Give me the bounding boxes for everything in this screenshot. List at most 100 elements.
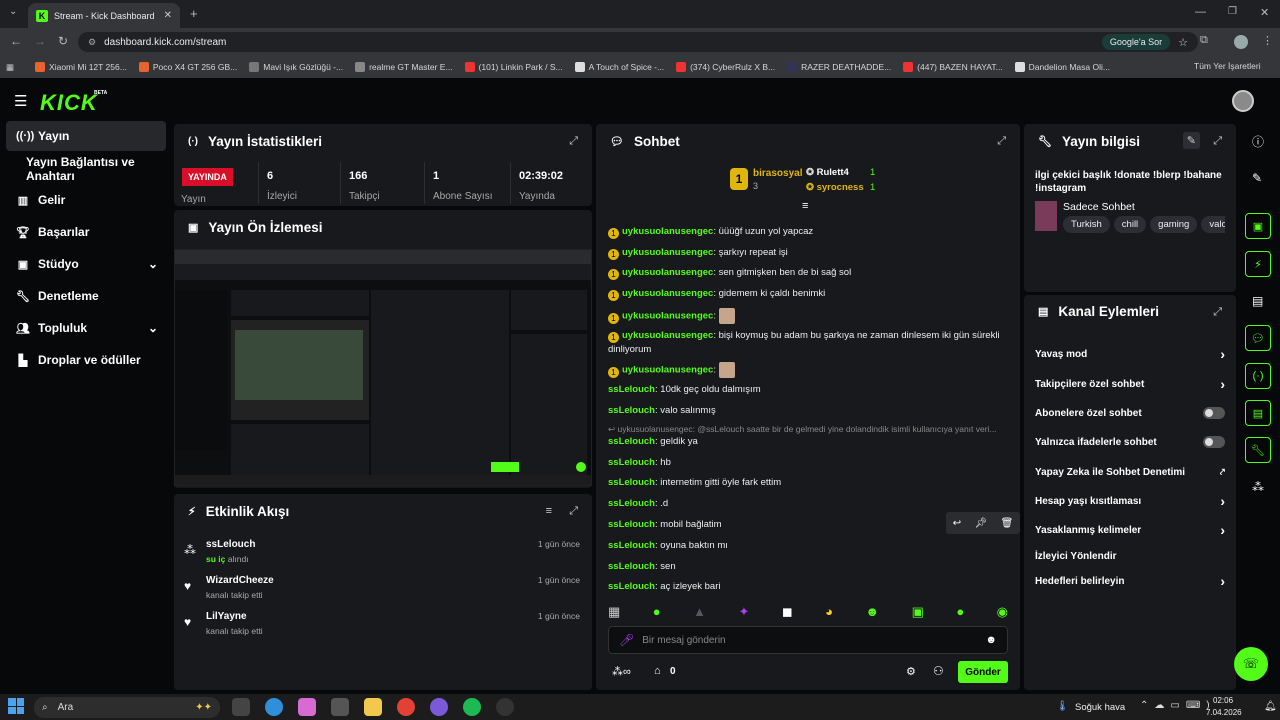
chat-username[interactable]: ssLelouch bbox=[608, 436, 655, 447]
obs-icon[interactable] bbox=[496, 698, 514, 716]
maximize-icon[interactable]: ❐ bbox=[1228, 6, 1237, 17]
channel-action-item[interactable]: Yalnızca ifadelerle sohbet bbox=[1035, 433, 1225, 451]
channel-action-item[interactable]: Hesap yaşı kısıtlaması › bbox=[1035, 492, 1225, 510]
back-icon[interactable]: ← bbox=[10, 34, 22, 48]
bookmark-item[interactable]: (101) Linkin Park / S... bbox=[460, 62, 568, 72]
event-user[interactable]: LilYayne bbox=[206, 611, 247, 622]
filter-icon[interactable]: ≡ bbox=[546, 505, 552, 517]
window-close-icon[interactable]: ✕ bbox=[1260, 6, 1269, 19]
event-user[interactable]: WizardCheeze bbox=[206, 575, 274, 586]
bookmark-item[interactable]: A Touch of Spice -... bbox=[570, 62, 669, 72]
mic-icon[interactable]: 🎤︎ bbox=[619, 633, 634, 647]
drops-infinity-icon[interactable]: ⁂∞ bbox=[612, 665, 631, 678]
minimize-icon[interactable]: — bbox=[1195, 6, 1206, 18]
emote-icon[interactable]: ● bbox=[956, 604, 964, 622]
notification-icon[interactable]: 🔔︎ bbox=[1264, 701, 1277, 712]
chat-username[interactable]: ssLelouch bbox=[608, 519, 655, 530]
sidebar-item-stream-key[interactable]: Yayın Bağlantısı ve Anahtarı bbox=[6, 154, 166, 184]
sidebar-item-basarilar[interactable]: 🏆︎ Başarılar bbox=[6, 217, 166, 247]
reply-icon[interactable]: ↩ bbox=[953, 518, 961, 529]
copilot-icon[interactable] bbox=[298, 698, 316, 716]
hamburger-icon[interactable]: ☰ bbox=[14, 92, 27, 110]
sidebar-item-topluluk[interactable]: 👥︎ Topluluk ⌄ bbox=[6, 313, 166, 343]
channel-action-item[interactable]: İzleyici Yönlendir bbox=[1035, 547, 1225, 565]
chat-username[interactable]: uykusuolanusengec bbox=[622, 226, 713, 237]
channel-action-item[interactable]: Yavaş mod › bbox=[1035, 345, 1225, 363]
bookmark-item[interactable]: (447) BAZEN HAYAT... bbox=[898, 62, 1008, 72]
chat-username[interactable]: uykusuolanusengec bbox=[622, 247, 713, 258]
rail-preview-button[interactable]: ▣ bbox=[1245, 213, 1271, 239]
category-name[interactable]: Sadece Sohbet bbox=[1063, 201, 1135, 213]
sidebar-item-gelir[interactable]: ▥ Gelir bbox=[6, 185, 166, 215]
bookmark-item[interactable]: realme GT Master E... bbox=[350, 62, 457, 72]
info-icon[interactable]: ⓘ bbox=[1252, 133, 1264, 150]
store-app-icon[interactable] bbox=[331, 698, 349, 716]
chat-username[interactable]: ssLelouch bbox=[608, 477, 655, 488]
store-icon[interactable]: ⌂ bbox=[654, 665, 661, 677]
event-user[interactable]: ssLelouch bbox=[206, 539, 255, 550]
emote-icon[interactable]: ✦ bbox=[738, 604, 749, 622]
chat-username[interactable]: ssLelouch bbox=[608, 561, 655, 572]
toggle-switch[interactable] bbox=[1203, 436, 1225, 448]
sidebar-item-studyo[interactable]: ▣ Stüdyo ⌄ bbox=[6, 249, 166, 279]
rail-actions-button[interactable]: ▤ bbox=[1245, 400, 1271, 426]
apps-icon[interactable]: ▦ bbox=[6, 62, 14, 73]
channel-action-item[interactable]: Abonelere özel sohbet bbox=[1035, 404, 1225, 422]
chat-username[interactable]: uykusuolanusengec bbox=[622, 267, 713, 278]
profile-avatar[interactable] bbox=[1234, 35, 1248, 49]
emote-icon[interactable]: ● bbox=[653, 604, 661, 622]
rail-events-button[interactable]: ⚡︎ bbox=[1245, 251, 1271, 277]
expand-icon[interactable]: ⤢ bbox=[1213, 306, 1222, 319]
all-bookmarks[interactable]: Tüm Yer İşaretleri bbox=[1194, 61, 1261, 71]
omnibox[interactable]: ⚙ dashboard.kick.com/stream Google'a Sor… bbox=[78, 32, 1198, 52]
channel-action-item[interactable]: Hedefleri belirleyin › bbox=[1035, 572, 1225, 590]
send-button[interactable]: Gönder bbox=[958, 661, 1008, 683]
toggle-switch[interactable] bbox=[1203, 407, 1225, 419]
sidebar-item-droplar[interactable]: ▙ Droplar ve ödüller bbox=[6, 345, 166, 375]
chat-users-icon[interactable]: ⚇ bbox=[933, 664, 944, 678]
chat-username[interactable]: uykusuolanusengec bbox=[622, 311, 713, 322]
pin-icon[interactable]: 📌︎ bbox=[974, 518, 987, 529]
edge-icon[interactable] bbox=[265, 698, 283, 716]
bookmark-item[interactable]: (374) CyberRulz X B... bbox=[671, 62, 780, 72]
emote-icon[interactable]: ▣ bbox=[912, 604, 924, 622]
expand-icon[interactable]: ⤢ bbox=[569, 135, 578, 148]
chat-username[interactable]: uykusuolanusengec bbox=[622, 365, 713, 376]
emote-icon[interactable]: ◕ bbox=[825, 604, 833, 622]
windows-start-icon[interactable] bbox=[8, 698, 24, 714]
sidebar-item-denetleme[interactable]: 🔧︎ Denetleme bbox=[6, 281, 166, 311]
category-thumbnail[interactable] bbox=[1035, 201, 1057, 231]
tag[interactable]: chill bbox=[1113, 216, 1147, 233]
help-chat-button[interactable]: ☏ bbox=[1234, 647, 1268, 681]
task-view-icon[interactable] bbox=[232, 698, 250, 716]
gifter-3-name[interactable]: ✪ syrocness bbox=[806, 182, 864, 193]
google-ask-button[interactable]: Google'a Sor bbox=[1101, 34, 1171, 50]
channel-action-item[interactable]: Yasaklanmış kelimeler › bbox=[1035, 521, 1225, 539]
tab-search-icon[interactable]: ⌄ bbox=[9, 6, 17, 17]
expand-icon[interactable]: ⤢ bbox=[569, 505, 578, 518]
stream-preview-video[interactable] bbox=[174, 249, 592, 486]
clock-time[interactable]: 02:06 bbox=[1213, 696, 1233, 705]
browser-tab[interactable]: K Stream - Kick Dashboard ✕ bbox=[28, 3, 180, 28]
user-avatar[interactable] bbox=[1232, 90, 1254, 112]
channel-action-item[interactable]: Yapay Zeka ile Sohbet Denetimi ⤤ bbox=[1035, 463, 1225, 481]
site-info-icon[interactable]: ⚙ bbox=[88, 37, 96, 48]
reply-preview[interactable]: uykusuolanusengec: @ssLelouch saatte bir… bbox=[617, 424, 996, 434]
chat-username[interactable]: ssLelouch bbox=[608, 457, 655, 468]
chat-username[interactable]: ssLelouch bbox=[608, 405, 655, 416]
chat-username[interactable]: ssLelouch bbox=[608, 581, 655, 592]
bookmark-star-icon[interactable]: ☆ bbox=[1178, 36, 1188, 49]
chat-username[interactable]: ssLelouch bbox=[608, 384, 655, 395]
rail-info-button[interactable]: 🔧︎ bbox=[1245, 437, 1271, 463]
expand-icon[interactable]: ⤢ bbox=[1213, 135, 1222, 148]
rail-broadcast-button[interactable]: (·) bbox=[1245, 363, 1271, 389]
explorer-icon[interactable] bbox=[364, 698, 382, 716]
rail-chat-button[interactable]: 💬︎ bbox=[1245, 325, 1271, 351]
chat-username[interactable]: uykusuolanusengec bbox=[622, 288, 713, 299]
weather-text[interactable]: Soğuk hava bbox=[1075, 702, 1125, 713]
tag[interactable]: Turkish bbox=[1063, 216, 1110, 233]
new-tab-icon[interactable]: + bbox=[190, 6, 198, 21]
bookmark-item[interactable]: Xiaomi Mi 12T 256... bbox=[30, 62, 132, 72]
tag[interactable]: gaming bbox=[1150, 216, 1198, 233]
emote-icon[interactable]: ▦ bbox=[608, 604, 620, 622]
